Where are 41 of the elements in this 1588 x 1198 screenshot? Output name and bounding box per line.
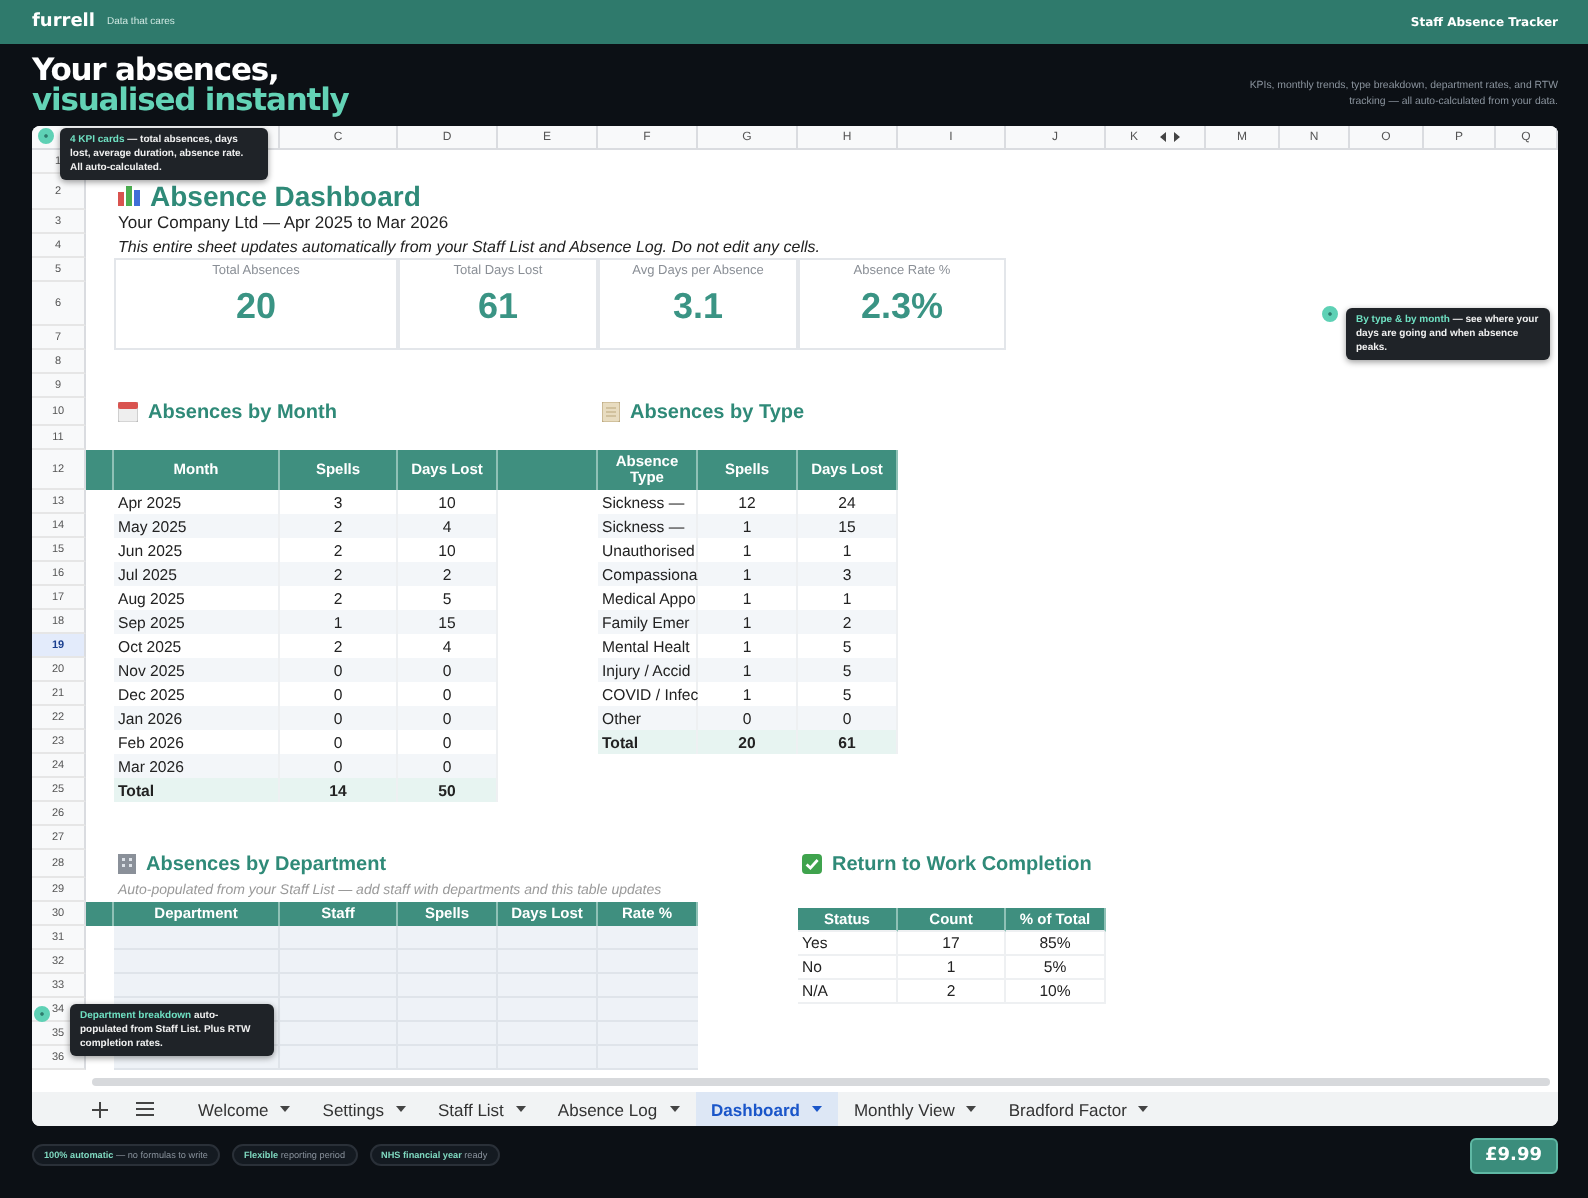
price-button[interactable]: £9.99: [1469, 1138, 1558, 1174]
table-header: [86, 450, 114, 490]
add-sheet-icon[interactable]: [92, 1101, 108, 1117]
notepad-icon: [602, 402, 620, 422]
table-header: [86, 902, 114, 926]
caret-icon[interactable]: [669, 1106, 680, 1112]
sheet-tab[interactable]: Welcome: [182, 1092, 307, 1126]
caret-icon[interactable]: [280, 1106, 291, 1112]
scroll-arrows-icon[interactable]: [1160, 132, 1180, 142]
company-period: Your Company Ltd — Apr 2025 to Mar 2026: [118, 212, 449, 232]
caret-icon[interactable]: [811, 1106, 822, 1112]
kpi-value: 3.1: [672, 284, 724, 328]
caret-icon[interactable]: [966, 1106, 977, 1112]
caret-icon[interactable]: [396, 1106, 406, 1112]
table-header: [498, 450, 598, 490]
building-icon: [118, 854, 136, 874]
sheet-tab[interactable]: Dashboard: [695, 1092, 838, 1126]
sheet-tab[interactable]: Monthly View: [837, 1092, 993, 1126]
bar-chart-icon: [118, 184, 140, 206]
kpi-value: 20: [235, 284, 277, 328]
horizontal-scrollbar[interactable]: [92, 1077, 1550, 1085]
section-title: Absences by Type: [630, 401, 805, 423]
section-title: Return to Work Completion: [832, 853, 1092, 875]
brand-logo: furrell: [32, 12, 95, 32]
sheet-tab[interactable]: Bradford Factor: [992, 1092, 1165, 1126]
kpi-value: 2.3%: [860, 284, 944, 328]
sheet-note: This entire sheet updates automatically from your Staff List and Absence Log. Do not edit any cells.: [118, 237, 821, 255]
sheet-tab[interactable]: Staff List: [422, 1092, 542, 1126]
caret-icon[interactable]: [1138, 1106, 1149, 1112]
caret-icon[interactable]: [515, 1106, 526, 1112]
section-title: Absences by Month: [148, 401, 337, 423]
section-title: Absences by Department: [146, 853, 387, 875]
headline: visualised instantly: [32, 85, 349, 115]
headline: Your absences,: [32, 55, 279, 85]
menu-icon[interactable]: [136, 1102, 154, 1116]
checkbox-icon: [802, 854, 822, 874]
kpi-value: 61: [477, 284, 519, 328]
calendar-icon: [118, 402, 138, 422]
sheet-tab[interactable]: Settings: [306, 1092, 422, 1126]
sheet-tab[interactable]: Absence Log: [541, 1092, 696, 1126]
dashboard-title: Absence Dashboard: [150, 182, 421, 210]
